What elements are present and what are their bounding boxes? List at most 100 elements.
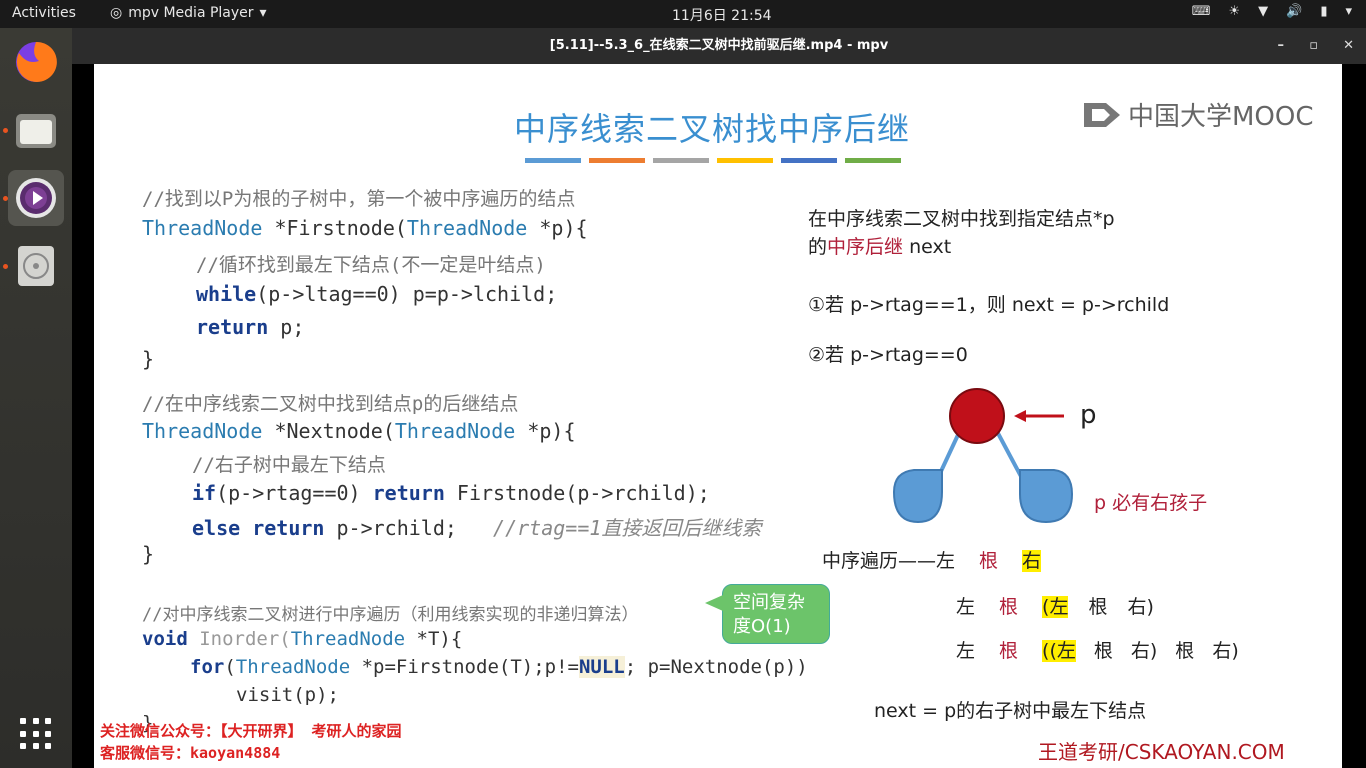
row-right: 右) <box>1130 640 1158 662</box>
code-keyword: while <box>196 282 257 306</box>
firefox-launcher[interactable] <box>8 34 64 90</box>
row-root: 根 <box>1093 640 1113 662</box>
color-bar <box>717 158 773 163</box>
row-root: 根 <box>999 640 1019 662</box>
mooc-logo-icon <box>1084 102 1120 127</box>
firefox-icon <box>16 41 57 82</box>
code-line: else return p->rchild; //rtag==1直接返回后继线索 <box>192 512 761 541</box>
window-titlebar[interactable]: [5.11]--5.3_6_在线索二叉树中找前驱后继.mp4 - mpv – ▫… <box>72 28 1366 64</box>
code-line: if(p->rtag==0) return Firstnode(p->rchil… <box>192 481 710 505</box>
code-keyword: void <box>142 628 188 650</box>
node-p <box>949 388 1005 444</box>
row-left-highlight: (左 <box>1042 596 1069 618</box>
code-text: Firstnode(p->rchild); <box>444 481 710 505</box>
color-bar <box>781 158 837 163</box>
explanation-line: 在中序线索二叉树中找到指定结点*p <box>808 208 1115 230</box>
row-root: 根 <box>999 596 1019 618</box>
inorder-label: 中序遍历—— <box>822 550 937 572</box>
minimize-button[interactable]: – <box>1278 28 1285 64</box>
maximize-button[interactable]: ▫ <box>1309 28 1318 64</box>
mpv-launcher[interactable] <box>8 170 64 226</box>
code-keyword: if <box>192 481 217 505</box>
close-button[interactable]: ✕ <box>1343 28 1354 64</box>
color-bar <box>845 158 901 163</box>
code-brace: } <box>142 347 155 371</box>
code-comment: //在中序线索二叉树中找到结点p的后继结点 <box>142 393 519 415</box>
row-root: 根 <box>1088 596 1108 618</box>
row-right: 右) <box>1212 640 1239 662</box>
clock[interactable]: 11月6日 21:54 <box>672 5 772 25</box>
conclusion: next = p的右子树中最左下结点 <box>874 700 1147 722</box>
keyboard-icon[interactable]: ⌨ <box>1192 4 1211 19</box>
code-comment: //循环找到最左下结点(不一定是叶结点) <box>196 254 546 276</box>
video-frame[interactable]: 中序线索二叉树找中序后继 中国大学MOOC //找到以P为根的子树中，第一个被中… <box>94 64 1342 768</box>
wifi-icon[interactable]: ▼ <box>1258 4 1268 19</box>
mooc-logo: 中国大学MOOC <box>1082 96 1314 133</box>
code-text: *p){ <box>527 216 588 240</box>
color-bars <box>525 158 901 163</box>
code-comment: //右子树中最左下结点 <box>192 454 386 476</box>
inorder-successor-term: 中序后继 <box>827 236 904 258</box>
space-complexity-callout: 空间复杂度O(1) <box>705 584 830 644</box>
code-line: ThreadNode *Firstnode(ThreadNode *p){ <box>142 216 588 240</box>
code-comment: //找到以P为根的子树中，第一个被中序遍历的结点 <box>142 188 576 210</box>
dock <box>0 28 72 768</box>
brightness-icon[interactable]: ☀ <box>1228 4 1240 19</box>
volume-icon[interactable]: 🔊 <box>1286 4 1302 19</box>
color-bar <box>589 158 645 163</box>
activities-button[interactable]: Activities <box>12 5 76 21</box>
code-keyword: for <box>190 656 225 678</box>
code-text: *Nextnode( <box>262 419 395 443</box>
code-text: ; p=Nextnode(p)) <box>624 656 808 678</box>
code-keyword: return <box>372 481 445 505</box>
row-left: 左 <box>956 596 976 618</box>
top-bar: Activities ◎ mpv Media Player ▾ 11月6日 21… <box>0 0 1366 28</box>
right-subtree <box>1019 469 1074 524</box>
code-comment: //对中序线索二叉树进行中序遍历（利用线索实现的非递归算法） <box>142 605 639 625</box>
row-left: 左 <box>956 640 976 662</box>
optical-disc-icon <box>18 246 54 286</box>
mpv-app-icon: ◎ <box>110 5 123 21</box>
mpv-icon <box>16 178 56 218</box>
battery-icon[interactable]: ▮ <box>1320 4 1327 19</box>
disc-launcher[interactable] <box>8 238 64 294</box>
row-right: 右 <box>1022 550 1042 572</box>
code-text: *Firstnode( <box>262 216 407 240</box>
case-two: ②若 p->rtag==0 <box>808 344 968 366</box>
code-text: (p->rtag==0) <box>216 481 373 505</box>
code-keyword: return <box>252 516 325 540</box>
site-footer: 王道考研/CSKAOYAN.COM <box>1038 740 1285 764</box>
code-keyword: return <box>196 315 269 339</box>
files-launcher[interactable] <box>8 102 64 158</box>
inorder-row-1: 中序遍历——左 根 右 <box>822 546 1042 573</box>
row-right: 右) <box>1127 596 1154 618</box>
code-text: ( <box>224 656 236 678</box>
explanation-text: next <box>903 236 952 258</box>
window-title: [5.11]--5.3_6_在线索二叉树中找前驱后继.mp4 - mpv <box>549 38 889 53</box>
code-keyword: NULL <box>578 656 625 678</box>
code-brace: } <box>142 542 155 566</box>
watermark-service: 客服微信号：kaoyan4884 <box>100 744 281 762</box>
row-root: 根 <box>1175 640 1195 662</box>
row-left: 左 <box>936 550 956 572</box>
slide-title: 中序线索二叉树找中序后继 <box>514 110 911 148</box>
code-type: ThreadNode <box>142 419 263 443</box>
code-text: *p){ <box>515 419 576 443</box>
app-menu[interactable]: ◎ mpv Media Player ▾ <box>110 5 267 21</box>
arrow-left-icon <box>1014 410 1026 422</box>
code-type: ThreadNode <box>290 628 406 650</box>
power-menu-chevron-icon[interactable]: ▾ <box>1345 4 1352 19</box>
must-have-right-child: p 必有右孩子 <box>1094 492 1208 514</box>
row-left-highlight: ((左 <box>1042 640 1076 662</box>
node-p-label: p <box>1080 400 1097 430</box>
code-line: return p; <box>196 315 304 339</box>
system-tray[interactable]: ⌨ ☀ ▼ 🔊 ▮ ▾ <box>1192 4 1352 19</box>
files-icon <box>16 114 56 148</box>
show-applications-icon[interactable] <box>20 718 52 750</box>
mpv-window: [5.11]--5.3_6_在线索二叉树中找前驱后继.mp4 - mpv – ▫… <box>72 28 1366 768</box>
left-subtree <box>892 469 943 524</box>
app-menu-label: mpv Media Player <box>128 5 254 21</box>
explanation-text: 的 <box>808 236 828 258</box>
code-text: *p=Firstnode(T);p!= <box>350 656 579 678</box>
code-line: ThreadNode *Nextnode(ThreadNode *p){ <box>142 419 576 443</box>
